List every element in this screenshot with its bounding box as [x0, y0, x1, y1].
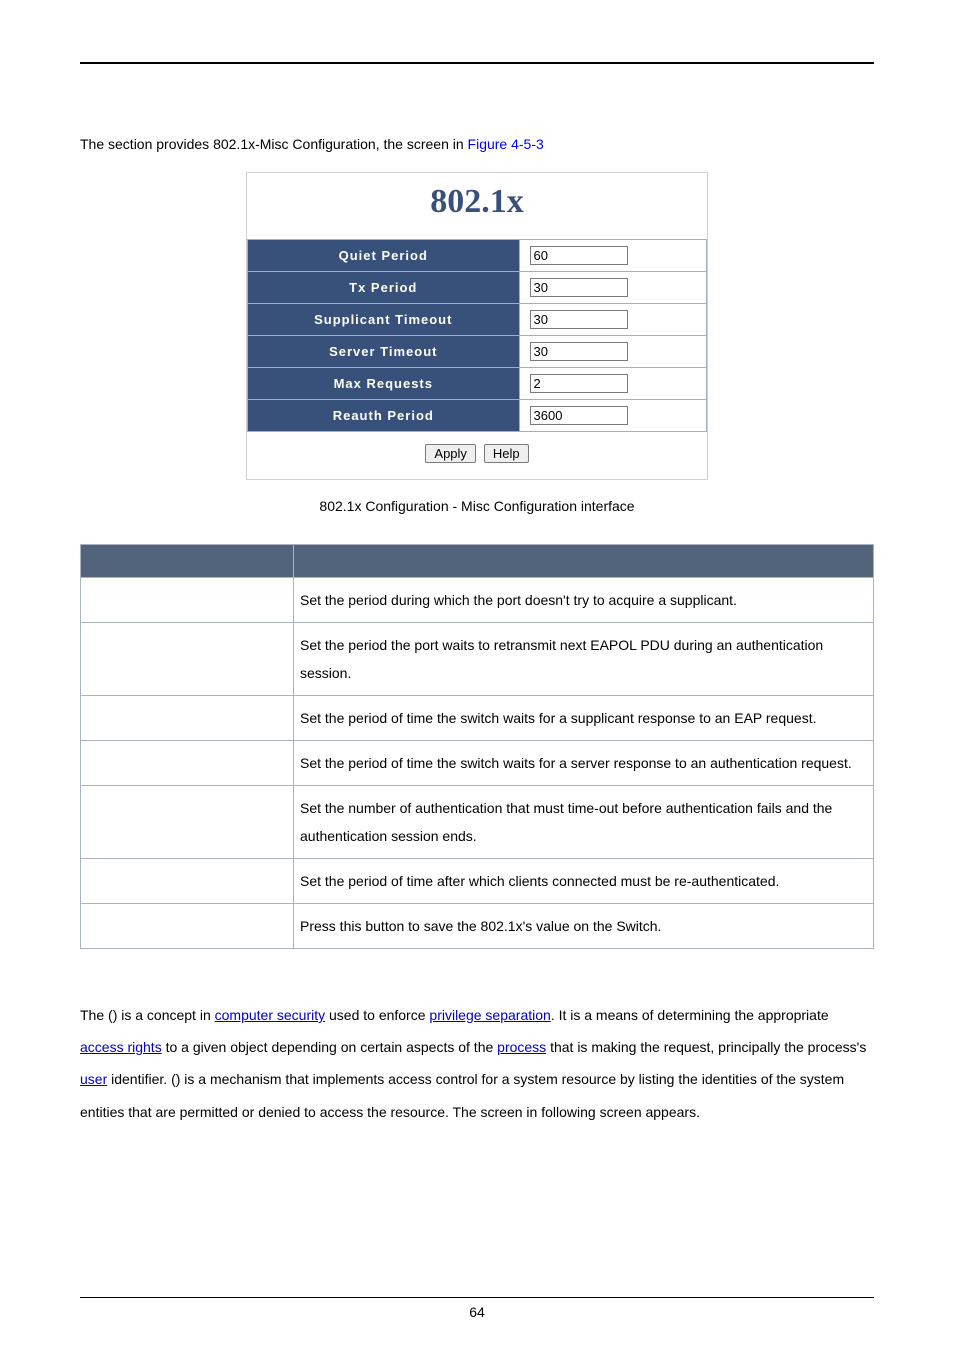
desc-text: Set the period of time the switch waits … [294, 696, 874, 741]
table-row: Set the period of time the switch waits … [81, 741, 874, 786]
description-table: Set the period during which the port doe… [80, 544, 874, 949]
reauth-period-label: Reauth Period [248, 400, 520, 432]
t4: used to enforce [325, 1007, 429, 1023]
desc-text: Set the period the port waits to retrans… [294, 623, 874, 696]
figure-ref-link: Figure 4-5-3 [468, 136, 544, 152]
t1: The [80, 1007, 108, 1023]
config-table: Quiet Period Tx Period Supplicant Timeou… [247, 239, 707, 432]
table-row: Set the period during which the port doe… [81, 578, 874, 623]
desc-text: Set the period of time after which clien… [294, 859, 874, 904]
link-user[interactable]: user [80, 1071, 107, 1087]
t6: to a given object depending on certain a… [162, 1039, 497, 1055]
button-row: Apply Help [247, 432, 707, 479]
server-timeout-input[interactable] [530, 342, 628, 361]
desc-text: Set the period of time the switch waits … [294, 741, 874, 786]
supplicant-timeout-label: Supplicant Timeout [248, 304, 520, 336]
t3: ) is a concept in [113, 1007, 215, 1023]
desc-text: Set the number of authentication that mu… [294, 786, 874, 859]
quiet-period-label: Quiet Period [248, 240, 520, 272]
desc-header-object [81, 545, 294, 578]
desc-obj [81, 578, 294, 623]
panel-title: 802.1x [247, 173, 707, 239]
server-timeout-label: Server Timeout [248, 336, 520, 368]
page-number: 64 [469, 1304, 485, 1320]
table-row: Set the period of time after which clien… [81, 859, 874, 904]
tx-period-label: Tx Period [248, 272, 520, 304]
link-access-rights[interactable]: access rights [80, 1039, 162, 1055]
apply-button[interactable]: Apply [425, 444, 476, 463]
t10: ) is a mechanism that implements access … [80, 1071, 844, 1119]
desc-text: Press this button to save the 802.1x's v… [294, 904, 874, 949]
desc-obj [81, 623, 294, 696]
t8: identifier. [107, 1071, 171, 1087]
link-computer-security[interactable]: computer security [215, 1007, 325, 1023]
acl-paragraph: The () is a concept in computer security… [80, 999, 874, 1128]
desc-obj [81, 741, 294, 786]
reauth-period-input[interactable] [530, 406, 628, 425]
intro-text: The section provides 802.1x-Misc Configu… [80, 136, 468, 152]
link-process[interactable]: process [497, 1039, 546, 1055]
table-row: Set the period of time the switch waits … [81, 696, 874, 741]
table-row: Set the number of authentication that mu… [81, 786, 874, 859]
t5: . It is a means of determining the appro… [551, 1007, 829, 1023]
max-requests-label: Max Requests [248, 368, 520, 400]
supplicant-timeout-input[interactable] [530, 310, 628, 329]
intro-line: The section provides 802.1x-Misc Configu… [80, 136, 874, 152]
help-button[interactable]: Help [484, 444, 529, 463]
table-row: Press this button to save the 802.1x's v… [81, 904, 874, 949]
figure-caption: 802.1x Configuration - Misc Configuratio… [80, 498, 874, 514]
panel-title-text: 802.1x [247, 183, 707, 221]
desc-obj [81, 859, 294, 904]
desc-obj [81, 786, 294, 859]
t7: that is making the request, principally … [546, 1039, 866, 1055]
link-privilege-separation[interactable]: privilege separation [429, 1007, 550, 1023]
quiet-period-input[interactable] [530, 246, 628, 265]
desc-header-description [294, 545, 874, 578]
desc-text: Set the period during which the port doe… [294, 578, 874, 623]
page-footer: 64 [0, 1297, 954, 1320]
desc-obj [81, 904, 294, 949]
config-panel: 802.1x Quiet Period Tx Period Supplicant… [246, 172, 708, 480]
figure-caption-text: 802.1x Configuration - Misc Configuratio… [319, 498, 634, 514]
max-requests-input[interactable] [530, 374, 628, 393]
tx-period-input[interactable] [530, 278, 628, 297]
desc-obj [81, 696, 294, 741]
table-row: Set the period the port waits to retrans… [81, 623, 874, 696]
